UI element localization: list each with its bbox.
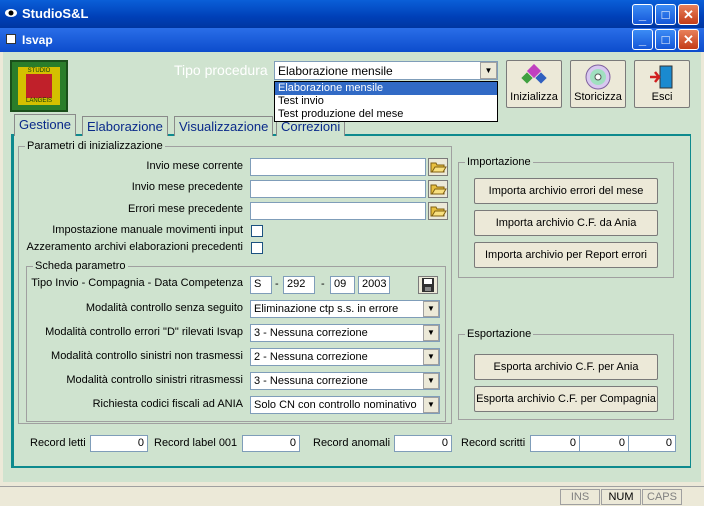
minimize-button[interactable]: _ bbox=[632, 4, 653, 25]
status-num: NUM bbox=[601, 489, 641, 505]
storicizza-button[interactable]: Storicizza bbox=[570, 60, 626, 108]
modalita-senza-seguito-label: Modalità controllo senza seguito bbox=[85, 302, 243, 314]
dropdown-option[interactable]: Test invio bbox=[275, 95, 497, 108]
invio-precedente-input[interactable] bbox=[250, 180, 426, 198]
record-label001-label: Record label 001 bbox=[154, 437, 238, 449]
impostazione-manuale-label: Impostazione manuale movimenti input bbox=[52, 224, 243, 236]
record-anomali-label: Record anomali bbox=[313, 437, 391, 449]
record-scritti-value-1: 0 bbox=[530, 435, 580, 452]
status-ins: INS bbox=[560, 489, 600, 505]
record-scritti-label: Record scritti bbox=[461, 437, 526, 449]
modalita-senza-seguito-select[interactable]: Eliminazione ctp s.s. in errore ▼ bbox=[250, 300, 440, 318]
modalita-non-trasmessi-select[interactable]: 2 - Nessuna correzione ▼ bbox=[250, 348, 440, 366]
studio-logo: STUDIO LANGEIS bbox=[10, 60, 68, 112]
esporta-cf-compagnia-button[interactable]: Esporta archivio C.F. per Compagnia bbox=[474, 386, 658, 412]
tab-visualizzazione[interactable]: Visualizzazione bbox=[174, 116, 274, 136]
tipo-invio-label: Tipo Invio - Compagnia - Data Competenza bbox=[31, 277, 243, 289]
tipo-invio-input[interactable]: S bbox=[250, 276, 272, 294]
cd-icon bbox=[584, 64, 612, 90]
importa-errori-mese-button[interactable]: Importa archivio errori del mese bbox=[474, 178, 658, 204]
folder-open-icon[interactable] bbox=[428, 158, 448, 176]
record-scritti-value-3: 0 bbox=[628, 435, 676, 452]
modalita-non-trasmessi-label: Modalità controllo sinistri non trasmess… bbox=[51, 350, 243, 362]
record-label001-value: 0 bbox=[242, 435, 300, 452]
importa-cf-ania-button[interactable]: Importa archivio C.F. da Ania bbox=[474, 210, 658, 236]
exit-door-icon bbox=[648, 64, 676, 90]
status-bar: INS NUM CAPS bbox=[0, 486, 704, 506]
richiesta-cf-ania-label: Richiesta codici fiscali ad ANIA bbox=[92, 398, 243, 410]
status-caps: CAPS bbox=[642, 489, 682, 505]
chevron-down-icon[interactable]: ▼ bbox=[423, 373, 439, 389]
tab-elaborazione[interactable]: Elaborazione bbox=[82, 116, 168, 136]
inizializza-button[interactable]: Inizializza bbox=[506, 60, 562, 108]
child-title: Isvap bbox=[22, 33, 53, 47]
compagnia-input[interactable]: 292 bbox=[283, 276, 315, 294]
esci-button[interactable]: Esci bbox=[634, 60, 690, 108]
dropdown-option[interactable]: Elaborazione mensile bbox=[275, 82, 497, 95]
esporta-cf-ania-button[interactable]: Esporta archivio C.F. per Ania bbox=[474, 354, 658, 380]
tipo-procedura-label: Tipo procedura bbox=[174, 62, 268, 78]
tipo-procedura-select[interactable]: Elaborazione mensile ▼ bbox=[274, 61, 498, 80]
modalita-errori-d-label: Modalità controllo errori "D" rilevati I… bbox=[45, 326, 243, 338]
close-button[interactable]: ✕ bbox=[678, 4, 699, 25]
maximize-button[interactable]: □ bbox=[655, 4, 676, 25]
azzeramento-label: Azzeramento archivi elaborazioni precede… bbox=[26, 241, 243, 253]
invio-corrente-label: Invio mese corrente bbox=[146, 160, 243, 172]
invio-precedente-label: Invio mese precedente bbox=[131, 181, 243, 193]
folder-open-icon[interactable] bbox=[428, 202, 448, 220]
chevron-down-icon[interactable]: ▼ bbox=[423, 301, 439, 317]
modalita-errori-d-select[interactable]: 3 - Nessuna correzione ▼ bbox=[250, 324, 440, 342]
tipo-procedura-dropdown: Elaborazione mensile Test invio Test pro… bbox=[274, 81, 498, 122]
chevron-down-icon[interactable]: ▼ bbox=[423, 325, 439, 341]
errori-precedente-label: Errori mese precedente bbox=[128, 203, 243, 215]
child-close-button[interactable]: ✕ bbox=[678, 29, 699, 50]
modalita-ritrasmessi-select[interactable]: 3 - Nessuna correzione ▼ bbox=[250, 372, 440, 390]
child-maximize-button[interactable]: □ bbox=[655, 29, 676, 50]
modalita-ritrasmessi-label: Modalità controllo sinistri ritrasmessi bbox=[66, 374, 243, 386]
diamond-icon bbox=[520, 63, 548, 90]
child-titlebar: Isvap _ □ ✕ bbox=[0, 28, 704, 52]
anno-input[interactable]: 2003 bbox=[358, 276, 390, 294]
record-scritti-value-2: 0 bbox=[579, 435, 629, 452]
mese-input[interactable]: 09 bbox=[330, 276, 355, 294]
richiesta-cf-ania-select[interactable]: Solo CN con controllo nominativo ▼ bbox=[250, 396, 440, 414]
impostazione-manuale-checkbox[interactable] bbox=[251, 225, 263, 237]
tab-gestione[interactable]: Gestione bbox=[14, 114, 77, 136]
child-window-icon bbox=[6, 34, 16, 44]
chevron-down-icon[interactable]: ▼ bbox=[423, 349, 439, 365]
child-minimize-button[interactable]: _ bbox=[632, 29, 653, 50]
dropdown-option[interactable]: Test produzione del mese bbox=[275, 108, 497, 121]
record-anomali-value: 0 bbox=[394, 435, 452, 452]
app-eye-icon bbox=[4, 6, 18, 20]
importa-report-errori-button[interactable]: Importa archivio per Report errori bbox=[474, 242, 658, 268]
app-title: StudioS&L bbox=[22, 6, 89, 21]
invio-corrente-input[interactable] bbox=[250, 158, 426, 176]
chevron-down-icon[interactable]: ▼ bbox=[423, 397, 439, 413]
save-disk-icon[interactable] bbox=[418, 276, 438, 294]
app-titlebar: StudioS&L _ □ ✕ bbox=[0, 0, 704, 28]
azzeramento-checkbox[interactable] bbox=[251, 242, 263, 254]
folder-open-icon[interactable] bbox=[428, 180, 448, 198]
record-letti-label: Record letti bbox=[30, 437, 86, 449]
record-letti-value: 0 bbox=[90, 435, 148, 452]
errori-precedente-input[interactable] bbox=[250, 202, 426, 220]
chevron-down-icon[interactable]: ▼ bbox=[480, 62, 497, 79]
